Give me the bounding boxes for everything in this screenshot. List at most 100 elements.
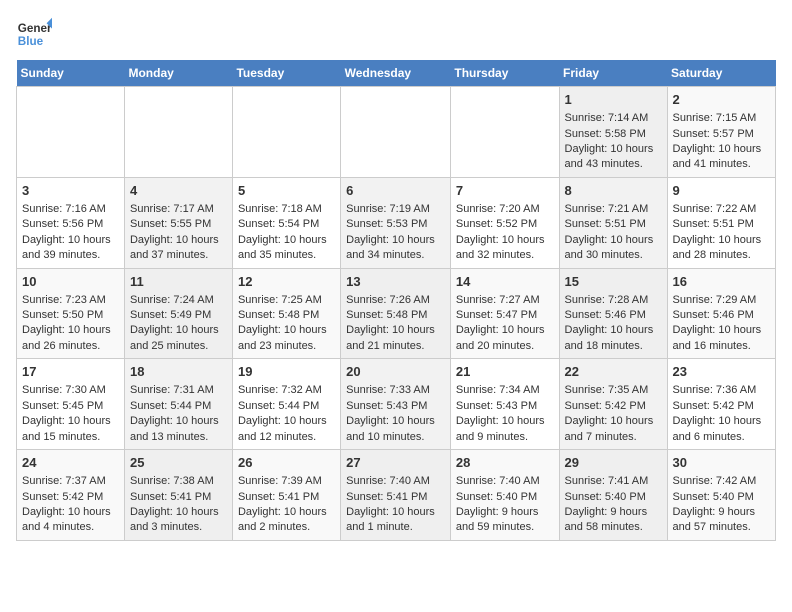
day-info-line: Sunset: 5:41 PM bbox=[238, 490, 335, 505]
day-info-line: Daylight: 9 hours and 57 minutes. bbox=[673, 505, 770, 536]
calendar-cell: 23Sunrise: 7:36 AMSunset: 5:42 PMDayligh… bbox=[667, 359, 775, 450]
calendar-cell: 6Sunrise: 7:19 AMSunset: 5:53 PMDaylight… bbox=[341, 177, 451, 268]
calendar-cell: 28Sunrise: 7:40 AMSunset: 5:40 PMDayligh… bbox=[450, 450, 559, 541]
day-info-line: Daylight: 10 hours and 43 minutes. bbox=[565, 142, 662, 173]
day-info-line: Sunrise: 7:20 AM bbox=[456, 202, 554, 217]
day-info-line: Sunset: 5:41 PM bbox=[130, 490, 227, 505]
day-info-line: Daylight: 10 hours and 2 minutes. bbox=[238, 505, 335, 536]
calendar-week-1: 1Sunrise: 7:14 AMSunset: 5:58 PMDaylight… bbox=[17, 87, 776, 178]
calendar-cell: 10Sunrise: 7:23 AMSunset: 5:50 PMDayligh… bbox=[17, 268, 125, 359]
calendar-cell: 12Sunrise: 7:25 AMSunset: 5:48 PMDayligh… bbox=[232, 268, 340, 359]
calendar-cell: 8Sunrise: 7:21 AMSunset: 5:51 PMDaylight… bbox=[559, 177, 667, 268]
day-number: 11 bbox=[130, 273, 227, 291]
day-info-line: Sunrise: 7:30 AM bbox=[22, 383, 119, 398]
day-info-line: Daylight: 10 hours and 20 minutes. bbox=[456, 323, 554, 354]
day-info-line: Sunrise: 7:24 AM bbox=[130, 293, 227, 308]
day-number: 16 bbox=[673, 273, 770, 291]
day-info-line: Daylight: 9 hours and 59 minutes. bbox=[456, 505, 554, 536]
day-info-line: Daylight: 10 hours and 39 minutes. bbox=[22, 233, 119, 264]
calendar-cell: 2 Sunrise: 7:15 AMSunset: 5:57 PMDaylight… bbox=[667, 87, 775, 178]
day-number: 13 bbox=[346, 273, 445, 291]
calendar-cell: 7 Sunrise: 7:20 AMSunset: 5:52 PMDaylight… bbox=[450, 177, 559, 268]
logo: General Blue bbox=[16, 16, 56, 52]
day-number: 30 bbox=[673, 454, 770, 472]
day-info-line: Sunrise: 7:36 AM bbox=[673, 383, 770, 398]
calendar-cell: 14Sunrise: 7:27 AMSunset: 5:47 PMDayligh… bbox=[450, 268, 559, 359]
day-header-sunday: Sunday bbox=[17, 60, 125, 87]
day-info-line: Daylight: 10 hours and 16 minutes. bbox=[673, 323, 770, 354]
day-info-line: Daylight: 10 hours and 30 minutes. bbox=[565, 233, 662, 264]
svg-text:General: General bbox=[18, 22, 52, 35]
calendar-cell: 27Sunrise: 7:40 AMSunset: 5:41 PMDayligh… bbox=[341, 450, 451, 541]
day-info-line: Sunset: 5:42 PM bbox=[22, 490, 119, 505]
day-info-line: Sunset: 5:52 PM bbox=[456, 217, 554, 232]
day-info-line: Sunrise: 7:41 AM bbox=[565, 474, 662, 489]
day-info-line: Sunrise: 7:35 AM bbox=[565, 383, 662, 398]
day-info-line: Sunset: 5:40 PM bbox=[673, 490, 770, 505]
day-info-line: Sunset: 5:45 PM bbox=[22, 399, 119, 414]
calendar-cell: 1Sunrise: 7:14 AMSunset: 5:58 PMDaylight… bbox=[559, 87, 667, 178]
day-info-line: Daylight: 10 hours and 25 minutes. bbox=[130, 323, 227, 354]
day-header-monday: Monday bbox=[124, 60, 232, 87]
day-info-line: Sunset: 5:47 PM bbox=[456, 308, 554, 323]
day-info-line: Daylight: 9 hours and 58 minutes. bbox=[565, 505, 662, 536]
calendar-week-2: 3Sunrise: 7:16 AMSunset: 5:56 PMDaylight… bbox=[17, 177, 776, 268]
day-info-line: Sunset: 5:40 PM bbox=[456, 490, 554, 505]
calendar-cell: 24Sunrise: 7:37 AMSunset: 5:42 PMDayligh… bbox=[17, 450, 125, 541]
day-number: 29 bbox=[565, 454, 662, 472]
day-number: 19 bbox=[238, 363, 335, 381]
day-info-line: Sunset: 5:54 PM bbox=[238, 217, 335, 232]
day-header-wednesday: Wednesday bbox=[341, 60, 451, 87]
day-info-line: Sunset: 5:42 PM bbox=[673, 399, 770, 414]
day-info-line: Daylight: 10 hours and 34 minutes. bbox=[346, 233, 445, 264]
calendar-cell: 21Sunrise: 7:34 AMSunset: 5:43 PMDayligh… bbox=[450, 359, 559, 450]
day-info-line: Sunset: 5:55 PM bbox=[130, 217, 227, 232]
day-number: 26 bbox=[238, 454, 335, 472]
day-number: 2 bbox=[673, 91, 770, 109]
logo-icon: General Blue bbox=[16, 16, 52, 52]
day-info-line: Sunrise: 7:17 AM bbox=[130, 202, 227, 217]
day-info-line: Sunset: 5:48 PM bbox=[238, 308, 335, 323]
calendar-cell: 22Sunrise: 7:35 AMSunset: 5:42 PMDayligh… bbox=[559, 359, 667, 450]
day-number: 5 bbox=[238, 182, 335, 200]
day-number: 12 bbox=[238, 273, 335, 291]
calendar-cell bbox=[124, 87, 232, 178]
day-info-line: Daylight: 10 hours and 32 minutes. bbox=[456, 233, 554, 264]
day-info-line: Daylight: 10 hours and 41 minutes. bbox=[673, 142, 770, 173]
day-info-line: Sunset: 5:49 PM bbox=[130, 308, 227, 323]
day-info-line: Sunrise: 7:40 AM bbox=[456, 474, 554, 489]
calendar-cell: 17Sunrise: 7:30 AMSunset: 5:45 PMDayligh… bbox=[17, 359, 125, 450]
day-info-line: Sunrise: 7:31 AM bbox=[130, 383, 227, 398]
day-number: 8 bbox=[565, 182, 662, 200]
day-number: 9 bbox=[673, 182, 770, 200]
day-info-line: Daylight: 10 hours and 15 minutes. bbox=[22, 414, 119, 445]
day-info-line: Sunrise: 7:19 AM bbox=[346, 202, 445, 217]
calendar-cell: 20Sunrise: 7:33 AMSunset: 5:43 PMDayligh… bbox=[341, 359, 451, 450]
calendar-cell: 26Sunrise: 7:39 AMSunset: 5:41 PMDayligh… bbox=[232, 450, 340, 541]
day-number: 27 bbox=[346, 454, 445, 472]
calendar-table: SundayMondayTuesdayWednesdayThursdayFrid… bbox=[16, 60, 776, 541]
day-info-line: Daylight: 10 hours and 3 minutes. bbox=[130, 505, 227, 536]
day-info-line: Sunrise: 7:14 AM bbox=[565, 111, 662, 126]
day-info-line: Sunrise: 7:25 AM bbox=[238, 293, 335, 308]
calendar-cell: 18Sunrise: 7:31 AMSunset: 5:44 PMDayligh… bbox=[124, 359, 232, 450]
day-number: 18 bbox=[130, 363, 227, 381]
day-info-line: Sunset: 5:57 PM bbox=[673, 127, 770, 142]
day-number: 7 bbox=[456, 182, 554, 200]
day-info-line: Sunrise: 7:38 AM bbox=[130, 474, 227, 489]
day-info-line: Sunrise: 7:23 AM bbox=[22, 293, 119, 308]
day-number: 15 bbox=[565, 273, 662, 291]
calendar-cell: 19Sunrise: 7:32 AMSunset: 5:44 PMDayligh… bbox=[232, 359, 340, 450]
day-info-line: Daylight: 10 hours and 37 minutes. bbox=[130, 233, 227, 264]
day-info-line: Sunset: 5:58 PM bbox=[565, 127, 662, 142]
day-number: 4 bbox=[130, 182, 227, 200]
day-info-line: Sunrise: 7:15 AM bbox=[673, 111, 770, 126]
day-info-line: Daylight: 10 hours and 6 minutes. bbox=[673, 414, 770, 445]
calendar-cell: 5Sunrise: 7:18 AMSunset: 5:54 PMDaylight… bbox=[232, 177, 340, 268]
day-info-line: Sunrise: 7:27 AM bbox=[456, 293, 554, 308]
day-info-line: Sunrise: 7:42 AM bbox=[673, 474, 770, 489]
calendar-week-3: 10Sunrise: 7:23 AMSunset: 5:50 PMDayligh… bbox=[17, 268, 776, 359]
day-info-line: Daylight: 10 hours and 26 minutes. bbox=[22, 323, 119, 354]
day-info-line: Daylight: 10 hours and 4 minutes. bbox=[22, 505, 119, 536]
day-number: 6 bbox=[346, 182, 445, 200]
